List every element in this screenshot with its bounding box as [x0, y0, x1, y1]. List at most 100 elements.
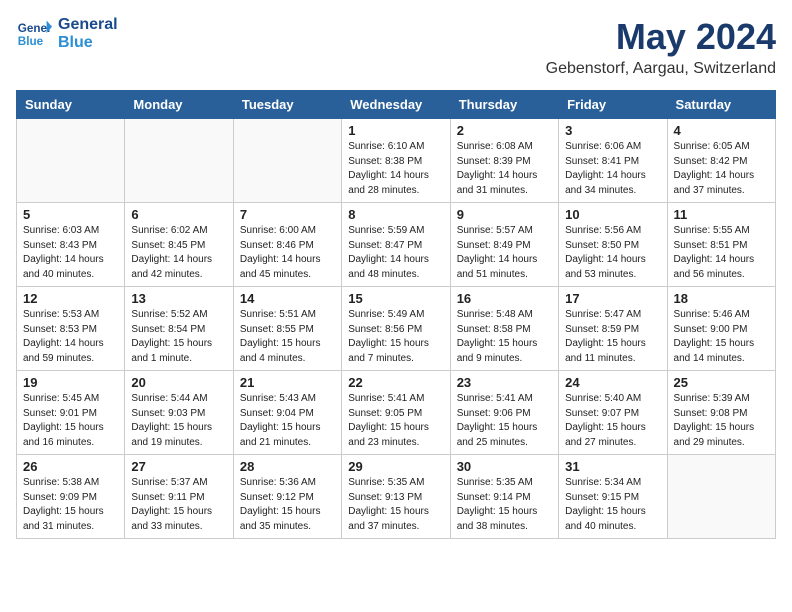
day-cell: 26Sunrise: 5:38 AM Sunset: 9:09 PM Dayli… [17, 455, 125, 539]
day-cell: 6 Sunrise: 6:02 AM Sunset: 8:45 PM Daylig… [125, 203, 233, 287]
week-row-4: 26Sunrise: 5:38 AM Sunset: 9:09 PM Dayli… [17, 455, 776, 539]
day-number: 24 [565, 375, 660, 390]
day-info: Sunrise: 6:06 AM Sunset: 8:41 PM Dayligh… [565, 140, 660, 198]
day-number: 19 [23, 375, 118, 390]
calendar-body: 1Sunrise: 6:10 AM Sunset: 8:38 PM Daylig… [17, 119, 776, 539]
day-cell: 29Sunrise: 5:35 AM Sunset: 9:13 PM Dayli… [342, 455, 450, 539]
day-cell [125, 119, 233, 203]
day-number: 8 [348, 207, 443, 222]
day-info: Sunrise: 5:41 AM Sunset: 9:06 PM Dayligh… [457, 392, 552, 450]
day-cell: 15 Sunrise: 5:49 AM Sunset: 8:56 PM Dayli… [342, 287, 450, 371]
day-cell: 12 Sunrise: 5:53 AM Sunset: 8:53 PM Dayli… [17, 287, 125, 371]
day-cell: 4Sunrise: 6:05 AM Sunset: 8:42 PM Daylig… [667, 119, 775, 203]
day-cell: 27 Sunrise: 5:37 AM Sunset: 9:11 PM Dayli… [125, 455, 233, 539]
day-info: Sunrise: 5:56 AM Sunset: 8:50 PM Dayligh… [565, 224, 660, 282]
day-info: Sunrise: 5:57 AM Sunset: 8:49 PM Dayligh… [457, 224, 552, 282]
day-cell: 7 Sunrise: 6:00 AM Sunset: 8:46 PM Daylig… [233, 203, 341, 287]
day-cell: 3 Sunrise: 6:06 AM Sunset: 8:41 PM Daylig… [559, 119, 667, 203]
day-info: Sunrise: 5:52 AM Sunset: 8:54 PM Dayligh… [131, 308, 226, 366]
day-cell: 16Sunrise: 5:48 AM Sunset: 8:58 PM Dayli… [450, 287, 558, 371]
day-info: Sunrise: 5:40 AM Sunset: 9:07 PM Dayligh… [565, 392, 660, 450]
day-number: 13 [131, 291, 226, 306]
day-info: Sunrise: 6:02 AM Sunset: 8:45 PM Dayligh… [131, 224, 226, 282]
logo-blue: Blue [58, 34, 118, 52]
day-number: 11 [674, 207, 769, 222]
day-cell: 9 Sunrise: 5:57 AM Sunset: 8:49 PM Daylig… [450, 203, 558, 287]
page: General Blue General Blue May 2024 Geben… [0, 0, 792, 555]
day-cell: 17 Sunrise: 5:47 AM Sunset: 8:59 PM Dayli… [559, 287, 667, 371]
day-cell: 25 Sunrise: 5:39 AM Sunset: 9:08 PM Dayli… [667, 371, 775, 455]
day-cell: 18Sunrise: 5:46 AM Sunset: 9:00 PM Dayli… [667, 287, 775, 371]
day-cell: 1Sunrise: 6:10 AM Sunset: 8:38 PM Daylig… [342, 119, 450, 203]
day-number: 15 [348, 291, 443, 306]
day-cell: 30 Sunrise: 5:35 AM Sunset: 9:14 PM Dayli… [450, 455, 558, 539]
day-info: Sunrise: 5:59 AM Sunset: 8:47 PM Dayligh… [348, 224, 443, 282]
day-number: 7 [240, 207, 335, 222]
col-friday: Friday [559, 91, 667, 119]
day-info: Sunrise: 5:37 AM Sunset: 9:11 PM Dayligh… [131, 476, 226, 534]
day-info: Sunrise: 5:47 AM Sunset: 8:59 PM Dayligh… [565, 308, 660, 366]
col-sunday: Sunday [17, 91, 125, 119]
location: Gebenstorf, Aargau, Switzerland [546, 60, 776, 78]
day-info: Sunrise: 5:45 AM Sunset: 9:01 PM Dayligh… [23, 392, 118, 450]
day-cell: 14Sunrise: 5:51 AM Sunset: 8:55 PM Dayli… [233, 287, 341, 371]
day-cell [17, 119, 125, 203]
calendar-table: Sunday Monday Tuesday Wednesday Thursday… [16, 90, 776, 539]
day-info: Sunrise: 5:49 AM Sunset: 8:56 PM Dayligh… [348, 308, 443, 366]
svg-text:Blue: Blue [18, 35, 44, 48]
day-number: 22 [348, 375, 443, 390]
day-info: Sunrise: 5:34 AM Sunset: 9:15 PM Dayligh… [565, 476, 660, 534]
day-cell: 21 Sunrise: 5:43 AM Sunset: 9:04 PM Dayli… [233, 371, 341, 455]
day-info: Sunrise: 5:35 AM Sunset: 9:13 PM Dayligh… [348, 476, 443, 534]
month-title: May 2024 [546, 16, 776, 58]
week-row-2: 12 Sunrise: 5:53 AM Sunset: 8:53 PM Dayli… [17, 287, 776, 371]
day-info: Sunrise: 5:46 AM Sunset: 9:00 PM Dayligh… [674, 308, 769, 366]
day-cell [667, 455, 775, 539]
day-info: Sunrise: 5:53 AM Sunset: 8:53 PM Dayligh… [23, 308, 118, 366]
day-cell: 24 Sunrise: 5:40 AM Sunset: 9:07 PM Dayli… [559, 371, 667, 455]
day-cell [233, 119, 341, 203]
day-cell: 20 Sunrise: 5:44 AM Sunset: 9:03 PM Dayli… [125, 371, 233, 455]
day-info: Sunrise: 5:35 AM Sunset: 9:14 PM Dayligh… [457, 476, 552, 534]
day-number: 6 [131, 207, 226, 222]
day-number: 17 [565, 291, 660, 306]
day-cell: 5 Sunrise: 6:03 AM Sunset: 8:43 PM Daylig… [17, 203, 125, 287]
day-number: 21 [240, 375, 335, 390]
logo-general: General [58, 16, 118, 34]
day-info: Sunrise: 6:05 AM Sunset: 8:42 PM Dayligh… [674, 140, 769, 198]
title-area: May 2024 Gebenstorf, Aargau, Switzerland [546, 16, 776, 78]
day-number: 30 [457, 459, 552, 474]
day-info: Sunrise: 5:41 AM Sunset: 9:05 PM Dayligh… [348, 392, 443, 450]
day-info: Sunrise: 6:03 AM Sunset: 8:43 PM Dayligh… [23, 224, 118, 282]
day-number: 12 [23, 291, 118, 306]
day-number: 2 [457, 123, 552, 138]
day-info: Sunrise: 5:55 AM Sunset: 8:51 PM Dayligh… [674, 224, 769, 282]
day-number: 25 [674, 375, 769, 390]
day-cell: 11 Sunrise: 5:55 AM Sunset: 8:51 PM Dayli… [667, 203, 775, 287]
day-number: 3 [565, 123, 660, 138]
day-info: Sunrise: 5:44 AM Sunset: 9:03 PM Dayligh… [131, 392, 226, 450]
day-number: 9 [457, 207, 552, 222]
calendar-header: Sunday Monday Tuesday Wednesday Thursday… [17, 91, 776, 119]
day-cell: 28Sunrise: 5:36 AM Sunset: 9:12 PM Dayli… [233, 455, 341, 539]
day-info: Sunrise: 5:36 AM Sunset: 9:12 PM Dayligh… [240, 476, 335, 534]
col-thursday: Thursday [450, 91, 558, 119]
day-info: Sunrise: 6:00 AM Sunset: 8:46 PM Dayligh… [240, 224, 335, 282]
day-number: 23 [457, 375, 552, 390]
day-cell: 10 Sunrise: 5:56 AM Sunset: 8:50 PM Dayli… [559, 203, 667, 287]
day-info: Sunrise: 6:08 AM Sunset: 8:39 PM Dayligh… [457, 140, 552, 198]
col-monday: Monday [125, 91, 233, 119]
day-cell: 8 Sunrise: 5:59 AM Sunset: 8:47 PM Daylig… [342, 203, 450, 287]
day-info: Sunrise: 5:43 AM Sunset: 9:04 PM Dayligh… [240, 392, 335, 450]
day-cell: 31Sunrise: 5:34 AM Sunset: 9:15 PM Dayli… [559, 455, 667, 539]
day-number: 5 [23, 207, 118, 222]
day-info: Sunrise: 5:39 AM Sunset: 9:08 PM Dayligh… [674, 392, 769, 450]
day-cell: 13 Sunrise: 5:52 AM Sunset: 8:54 PM Dayli… [125, 287, 233, 371]
day-cell: 22 Sunrise: 5:41 AM Sunset: 9:05 PM Dayli… [342, 371, 450, 455]
day-number: 16 [457, 291, 552, 306]
day-cell: 19 Sunrise: 5:45 AM Sunset: 9:01 PM Dayli… [17, 371, 125, 455]
day-number: 20 [131, 375, 226, 390]
day-number: 10 [565, 207, 660, 222]
day-number: 27 [131, 459, 226, 474]
day-info: Sunrise: 5:38 AM Sunset: 9:09 PM Dayligh… [23, 476, 118, 534]
